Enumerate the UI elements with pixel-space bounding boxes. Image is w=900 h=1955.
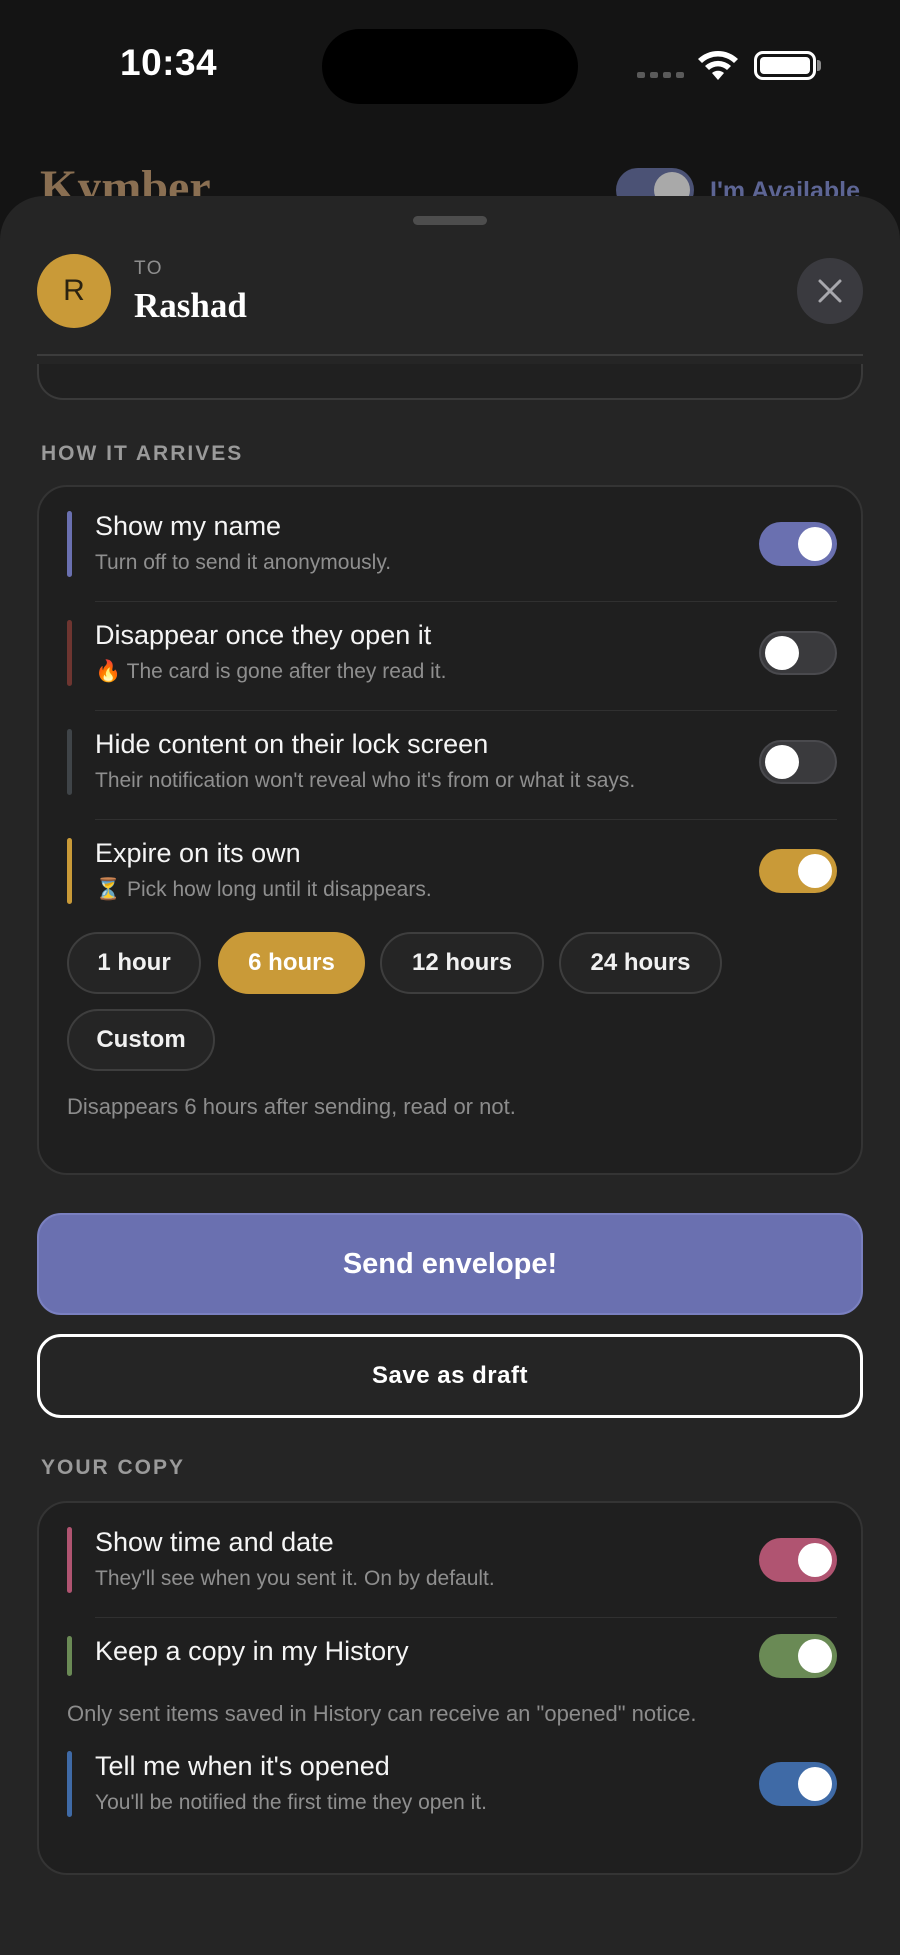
- accent-bar: [67, 1636, 72, 1676]
- status-bar: 10:34: [0, 0, 900, 130]
- option-title: Hide content on their lock screen: [95, 729, 489, 759]
- fire-emoji: 🔥: [95, 660, 122, 683]
- expiry-note: Disappears 6 hours after sending, read o…: [67, 1094, 516, 1119]
- duration-24-hours[interactable]: 24 hours: [559, 932, 722, 994]
- option-show-time-date[interactable]: Show time and date They'll see when you …: [67, 1527, 837, 1618]
- hourglass-emoji: ⏳: [95, 878, 122, 901]
- option-title: Show time and date: [95, 1527, 334, 1557]
- option-expire[interactable]: Expire on its own ⏳ Pick how long until …: [67, 838, 837, 920]
- cellular-signal-icon: [637, 72, 684, 78]
- option-title: Expire on its own: [95, 838, 301, 868]
- option-keep-history[interactable]: Keep a copy in my History: [67, 1634, 837, 1680]
- duration-1-hour[interactable]: 1 hour: [67, 932, 201, 994]
- accent-bar: [67, 838, 72, 904]
- option-notify-opened[interactable]: Tell me when it's opened You'll be notif…: [67, 1751, 837, 1833]
- notify-opened-toggle[interactable]: [759, 1762, 837, 1806]
- battery-cap: [817, 60, 821, 71]
- hide-lock-screen-toggle[interactable]: [759, 740, 837, 784]
- sheet-grabber[interactable]: [413, 216, 487, 225]
- show-time-date-toggle[interactable]: [759, 1538, 837, 1582]
- recipient-avatar: R: [37, 254, 111, 328]
- send-envelope-button[interactable]: Send envelope!: [37, 1213, 863, 1315]
- option-title: Show my name: [95, 511, 282, 541]
- to-label: TO: [134, 258, 164, 279]
- arrival-options-card: Show my name Turn off to send it anonymo…: [37, 485, 863, 1175]
- accent-bar: [67, 1527, 72, 1593]
- option-title: Keep a copy in my History: [95, 1636, 409, 1666]
- option-subtitle: You'll be notified the first time they o…: [95, 1791, 487, 1814]
- recipient-name: Rashad: [134, 286, 247, 325]
- option-title: Disappear once they open it: [95, 620, 432, 650]
- accent-bar: [67, 729, 72, 795]
- status-time: 10:34: [120, 42, 218, 83]
- duration-12-hours[interactable]: 12 hours: [380, 932, 544, 994]
- duration-6-hours[interactable]: 6 hours: [218, 932, 365, 994]
- option-title: Tell me when it's opened: [95, 1751, 390, 1781]
- close-icon: [818, 279, 842, 303]
- previous-card-edge: [37, 364, 863, 400]
- option-subtitle: Their notification won't reveal who it's…: [95, 769, 636, 792]
- compose-sheet: R TO Rashad HOW IT ARRIVES Show my name …: [0, 196, 900, 1955]
- keep-history-toggle[interactable]: [759, 1634, 837, 1678]
- option-show-name[interactable]: Show my name Turn off to send it anonymo…: [67, 511, 837, 602]
- option-subtitle: Turn off to send it anonymously.: [95, 551, 392, 574]
- close-button[interactable]: [797, 258, 863, 324]
- option-disappear-on-open[interactable]: Disappear once they open it 🔥 The card i…: [67, 620, 837, 711]
- accent-bar: [67, 1751, 72, 1817]
- disappear-on-open-toggle[interactable]: [759, 631, 837, 675]
- save-draft-button[interactable]: Save as draft: [37, 1334, 863, 1418]
- expire-toggle[interactable]: [759, 849, 837, 893]
- header-divider: [37, 354, 863, 356]
- battery-icon: [754, 51, 816, 80]
- option-subtitle: They'll see when you sent it. On by defa…: [95, 1567, 495, 1590]
- option-subtitle: Pick how long until it disappears.: [127, 878, 432, 901]
- show-name-toggle[interactable]: [759, 522, 837, 566]
- accent-bar: [67, 620, 72, 686]
- section-label-copy: YOUR COPY: [41, 1456, 186, 1479]
- wifi-icon: [698, 51, 738, 80]
- duration-custom[interactable]: Custom: [67, 1009, 215, 1071]
- accent-bar: [67, 511, 72, 577]
- option-subtitle: The card is gone after they read it.: [126, 660, 447, 683]
- section-label-arrival: HOW IT ARRIVES: [41, 442, 244, 465]
- copy-options-card: Show time and date They'll see when you …: [37, 1501, 863, 1875]
- option-hide-lock-screen[interactable]: Hide content on their lock screen Their …: [67, 729, 837, 820]
- dynamic-island: [322, 29, 578, 104]
- history-note: Only sent items saved in History can rec…: [67, 1701, 697, 1726]
